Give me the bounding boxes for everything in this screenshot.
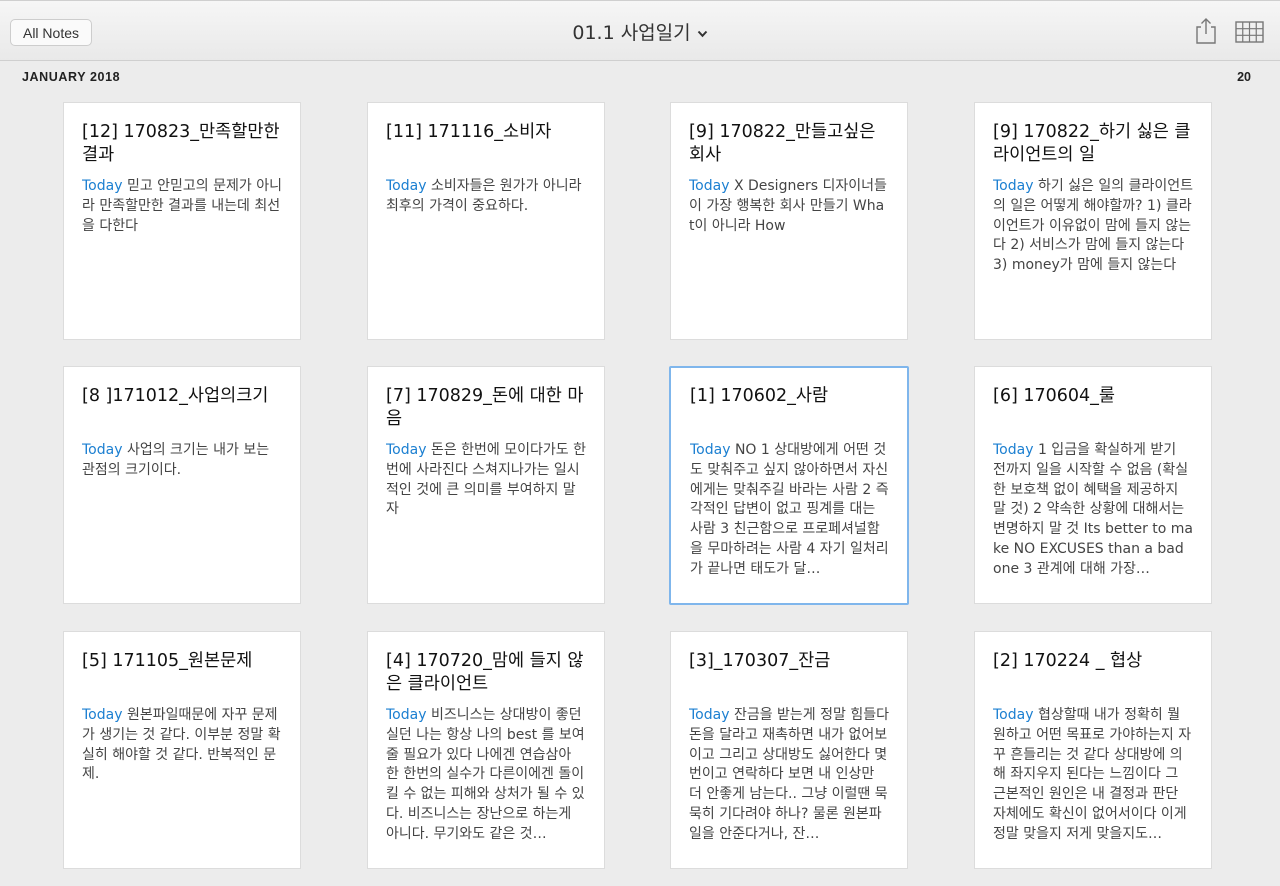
note-snippet-text: NO 1 상대방에게 어떤 것도 맞춰주고 싶지 않아하면서 자신에게는 맞춰주…	[690, 442, 889, 577]
note-card[interactable]: [6] 170604_룰 Today 1 입금을 확실하게 받기 전까지 일을 …	[974, 366, 1212, 604]
note-date: Today	[690, 442, 731, 458]
note-title: [8 ]171012_사업의크기	[82, 386, 269, 406]
note-date: Today	[386, 178, 427, 194]
note-card[interactable]: [7] 170829_돈에 대한 마음 Today 돈은 한번에 모이다가도 한…	[367, 366, 605, 604]
note-snippet: Today X Designers 디자이너들이 가장 행복한 회사 만들기 W…	[689, 177, 889, 236]
note-snippet: Today 1 입금을 확실하게 받기 전까지 일을 시작할 수 없음 (확실한…	[993, 441, 1193, 580]
note-snippet: Today 협상할때 내가 정확히 뭘 원하고 어떤 목표로 가야하는지 자꾸 …	[993, 706, 1193, 845]
note-date: Today	[386, 707, 427, 723]
note-snippet: Today 원본파일때문에 자꾸 문제가 생기는 것 같다. 이부분 정말 확실…	[82, 706, 282, 785]
note-snippet: Today NO 1 상대방에게 어떤 것도 맞춰주고 싶지 않아하면서 자신에…	[690, 441, 890, 580]
note-title: [2] 170224 _ 협상	[993, 651, 1143, 671]
note-date: Today	[993, 178, 1034, 194]
note-card[interactable]: [8 ]171012_사업의크기 Today 사업의 크기는 내가 보는 관점의…	[63, 366, 301, 604]
note-snippet-text: 비즈니스는 상대방이 좋던 실던 나는 항상 나의 best 를 보여줄 필요가…	[386, 707, 585, 842]
note-date: Today	[993, 707, 1034, 723]
note-card[interactable]: [2] 170224 _ 협상 Today 협상할때 내가 정확히 뭘 원하고 …	[974, 631, 1212, 869]
note-title: [3]_170307_잔금	[689, 651, 831, 671]
note-snippet: Today 믿고 안믿고의 문제가 아니라 만족할만한 결과를 내는데 최선을 …	[82, 177, 282, 236]
note-title: [11] 171116_소비자	[386, 122, 552, 142]
toolbar: All Notes 01.1 사업일기	[0, 0, 1280, 61]
note-card[interactable]: [5] 171105_원본문제 Today 원본파일때문에 자꾸 문제가 생기는…	[63, 631, 301, 869]
note-snippet-text: 1 입금을 확실하게 받기 전까지 일을 시작할 수 없음 (확실한 보호책 없…	[993, 442, 1193, 577]
section-note-count: 20	[1237, 70, 1251, 84]
note-snippet: Today 돈은 한번에 모이다가도 한번에 사라진다 스쳐지나가는 일시적인 …	[386, 441, 586, 520]
note-date: Today	[82, 178, 123, 194]
section-month-header: JANUARY 2018	[22, 70, 121, 84]
note-card[interactable]: [4] 170720_맘에 들지 않은 클라이언트 Today 비즈니스는 상대…	[367, 631, 605, 869]
note-date: Today	[82, 707, 123, 723]
note-title: [4] 170720_맘에 들지 않은 클라이언트	[386, 651, 584, 694]
notebook-title-label: 01.1 사업일기	[572, 22, 691, 44]
note-date: Today	[82, 442, 123, 458]
note-title: [1] 170602_사람	[690, 386, 829, 406]
note-date: Today	[386, 442, 427, 458]
share-icon[interactable]	[1193, 17, 1219, 45]
note-card[interactable]: [11] 171116_소비자 Today 소비자들은 원가가 아니라 최후의 …	[367, 102, 605, 340]
note-title: [6] 170604_룰	[993, 386, 1116, 406]
grid-view-icon[interactable]	[1235, 21, 1264, 43]
note-card-selected[interactable]: [1] 170602_사람 Today NO 1 상대방에게 어떤 것도 맞춰주…	[669, 366, 909, 605]
note-date: Today	[689, 707, 730, 723]
note-title: [5] 171105_원본문제	[82, 651, 253, 671]
note-card[interactable]: [9] 170822_만들고싶은 회사 Today X Designers 디자…	[670, 102, 908, 340]
chevron-down-icon	[697, 30, 707, 37]
note-snippet: Today 잔금을 받는게 정말 힘들다 돈을 달라고 재촉하면 내가 없어보이…	[689, 706, 889, 845]
note-snippet-text: 협상할때 내가 정확히 뭘 원하고 어떤 목표로 가야하는지 자꾸 흔들리는 것…	[993, 707, 1192, 842]
note-card[interactable]: [12] 170823_만족할만한 결과 Today 믿고 안믿고의 문제가 아…	[63, 102, 301, 340]
note-date: Today	[993, 442, 1034, 458]
note-title: [9] 170822_만들고싶은 회사	[689, 122, 876, 165]
note-snippet: Today 하기 싫은 일의 클라이언트의 일은 어떻게 해야할까? 1) 클라…	[993, 177, 1193, 276]
note-title: [9] 170822_하기 싫은 클라이언트의 일	[993, 122, 1191, 165]
note-snippet: Today 사업의 크기는 내가 보는 관점의 크기이다.	[82, 441, 282, 481]
note-snippet: Today 소비자들은 원가가 아니라 최후의 가격이 중요하다.	[386, 177, 586, 217]
note-card[interactable]: [3]_170307_잔금 Today 잔금을 받는게 정말 힘들다 돈을 달라…	[670, 631, 908, 869]
note-snippet-text: 잔금을 받는게 정말 힘들다 돈을 달라고 재촉하면 내가 없어보이고 그리고 …	[689, 707, 889, 842]
note-snippet: Today 비즈니스는 상대방이 좋던 실던 나는 항상 나의 best 를 보…	[386, 706, 586, 845]
note-title: [12] 170823_만족할만한 결과	[82, 122, 280, 165]
note-title: [7] 170829_돈에 대한 마음	[386, 386, 584, 429]
notebook-title-dropdown[interactable]: 01.1 사업일기	[0, 18, 1280, 45]
note-date: Today	[689, 178, 730, 194]
note-card[interactable]: [9] 170822_하기 싫은 클라이언트의 일 Today 하기 싫은 일의…	[974, 102, 1212, 340]
